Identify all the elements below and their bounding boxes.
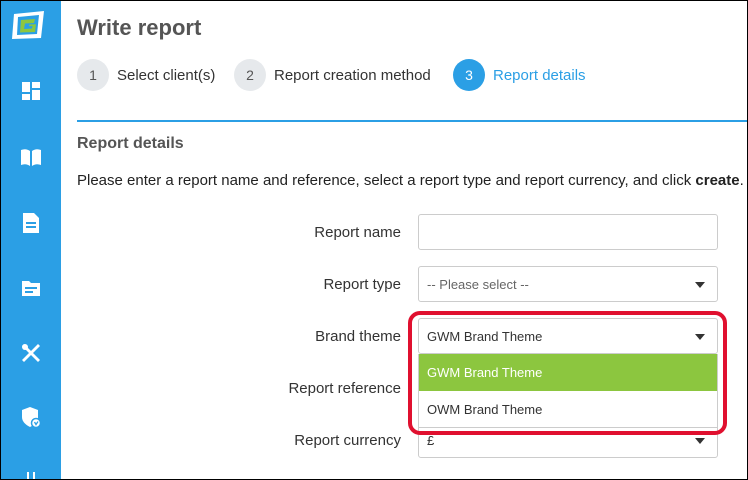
report-type-value: -- Please select -- — [427, 276, 529, 292]
brand-theme-option-owm[interactable]: OWM Brand Theme — [419, 391, 717, 428]
tools-icon[interactable] — [20, 342, 42, 364]
chevron-down-icon — [695, 282, 705, 288]
section-divider — [77, 120, 747, 122]
report-currency-value: £ — [427, 432, 435, 448]
brand-theme-select[interactable]: GWM Brand Theme — [418, 318, 718, 354]
book-icon[interactable] — [20, 146, 42, 168]
more-icon[interactable] — [20, 468, 42, 480]
step-label: Report creation method — [274, 66, 431, 84]
report-name-label: Report name — [314, 224, 401, 241]
step-label: Select client(s) — [117, 66, 216, 84]
step-number: 3 — [453, 59, 485, 91]
app-logo[interactable] — [10, 8, 48, 42]
report-reference-label: Report reference — [288, 380, 401, 397]
step-number: 2 — [234, 59, 266, 91]
instructions-text-pre: Please enter a report name and reference… — [77, 172, 696, 189]
chevron-down-icon — [695, 438, 705, 444]
step-label: Report details — [493, 66, 586, 84]
main-content: Write report 1 Select client(s) 2 Report… — [61, 0, 747, 480]
step-select-clients[interactable]: 1 Select client(s) — [77, 59, 215, 91]
instructions-create-keyword: create — [695, 172, 740, 189]
shield-icon[interactable] — [20, 406, 42, 428]
step-report-details[interactable]: 3 Report details — [453, 59, 586, 91]
brand-theme-value: GWM Brand Theme — [427, 328, 543, 344]
section-title: Report details — [77, 135, 184, 152]
sidebar — [0, 0, 61, 480]
dashboard-icon[interactable] — [20, 80, 42, 102]
step-report-creation-method[interactable]: 2 Report creation method — [234, 59, 431, 91]
instructions-text: Please enter a report name and reference… — [77, 172, 744, 189]
step-number: 1 — [77, 59, 109, 91]
document-icon[interactable] — [20, 212, 42, 234]
report-name-input[interactable] — [418, 214, 718, 250]
brand-theme-label: Brand theme — [315, 328, 401, 345]
brand-theme-option-gwm[interactable]: GWM Brand Theme — [419, 354, 717, 391]
report-type-select[interactable]: -- Please select -- — [418, 266, 718, 302]
report-currency-label: Report currency — [294, 432, 401, 449]
report-type-label: Report type — [323, 276, 401, 293]
page-title: Write report — [77, 15, 202, 40]
brand-theme-dropdown: GWM Brand Theme OWM Brand Theme — [418, 354, 718, 428]
chevron-down-icon — [695, 334, 705, 340]
folder-icon[interactable] — [20, 277, 42, 299]
instructions-text-post: . — [739, 172, 744, 189]
